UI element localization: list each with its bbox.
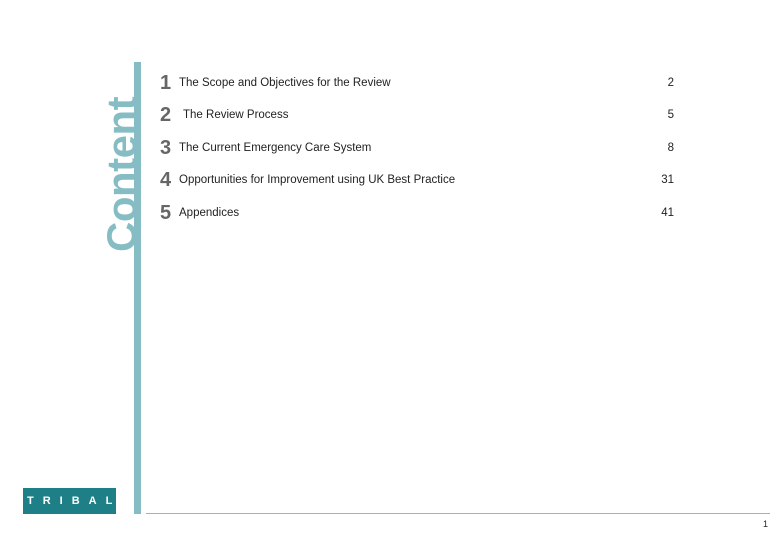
toc-entry-title: The Scope and Objectives for the Review [179, 77, 391, 89]
toc-entry-page: 5 [667, 109, 674, 121]
toc-entry-page: 8 [667, 142, 674, 154]
toc-entry-title: The Current Emergency Care System [179, 142, 372, 154]
toc-entry[interactable]: 5 Appendices 41 [160, 200, 680, 226]
toc-entry-number: 5 [160, 202, 172, 224]
toc-entry[interactable]: 2 The Review Process 5 [160, 102, 680, 128]
toc-entry-title: Opportunities for Improvement using UK B… [179, 174, 456, 186]
toc-entry-title: Appendices [179, 207, 240, 219]
toc-entry-title: The Review Process [183, 109, 289, 121]
toc-entry-page: 2 [667, 77, 674, 89]
toc-entry-number: 3 [160, 137, 172, 159]
toc-entry-number: 1 [160, 72, 172, 94]
toc-entry-number: 4 [160, 169, 172, 191]
toc-entry[interactable]: 1 The Scope and Objectives for the Revie… [160, 70, 680, 96]
tribal-logo: TRIBAL [23, 488, 116, 514]
toc-entry[interactable]: 3 The Current Emergency Care System 8 [160, 135, 680, 161]
page-number: 1 [762, 519, 768, 529]
toc-entry-page: 41 [661, 207, 674, 219]
toc-entry-number: 2 [160, 104, 172, 126]
footer-divider [146, 513, 770, 514]
toc-entry-page: 31 [661, 174, 674, 186]
toc-entry[interactable]: 4 Opportunities for Improvement using UK… [160, 167, 680, 193]
side-title: Content [98, 96, 145, 252]
